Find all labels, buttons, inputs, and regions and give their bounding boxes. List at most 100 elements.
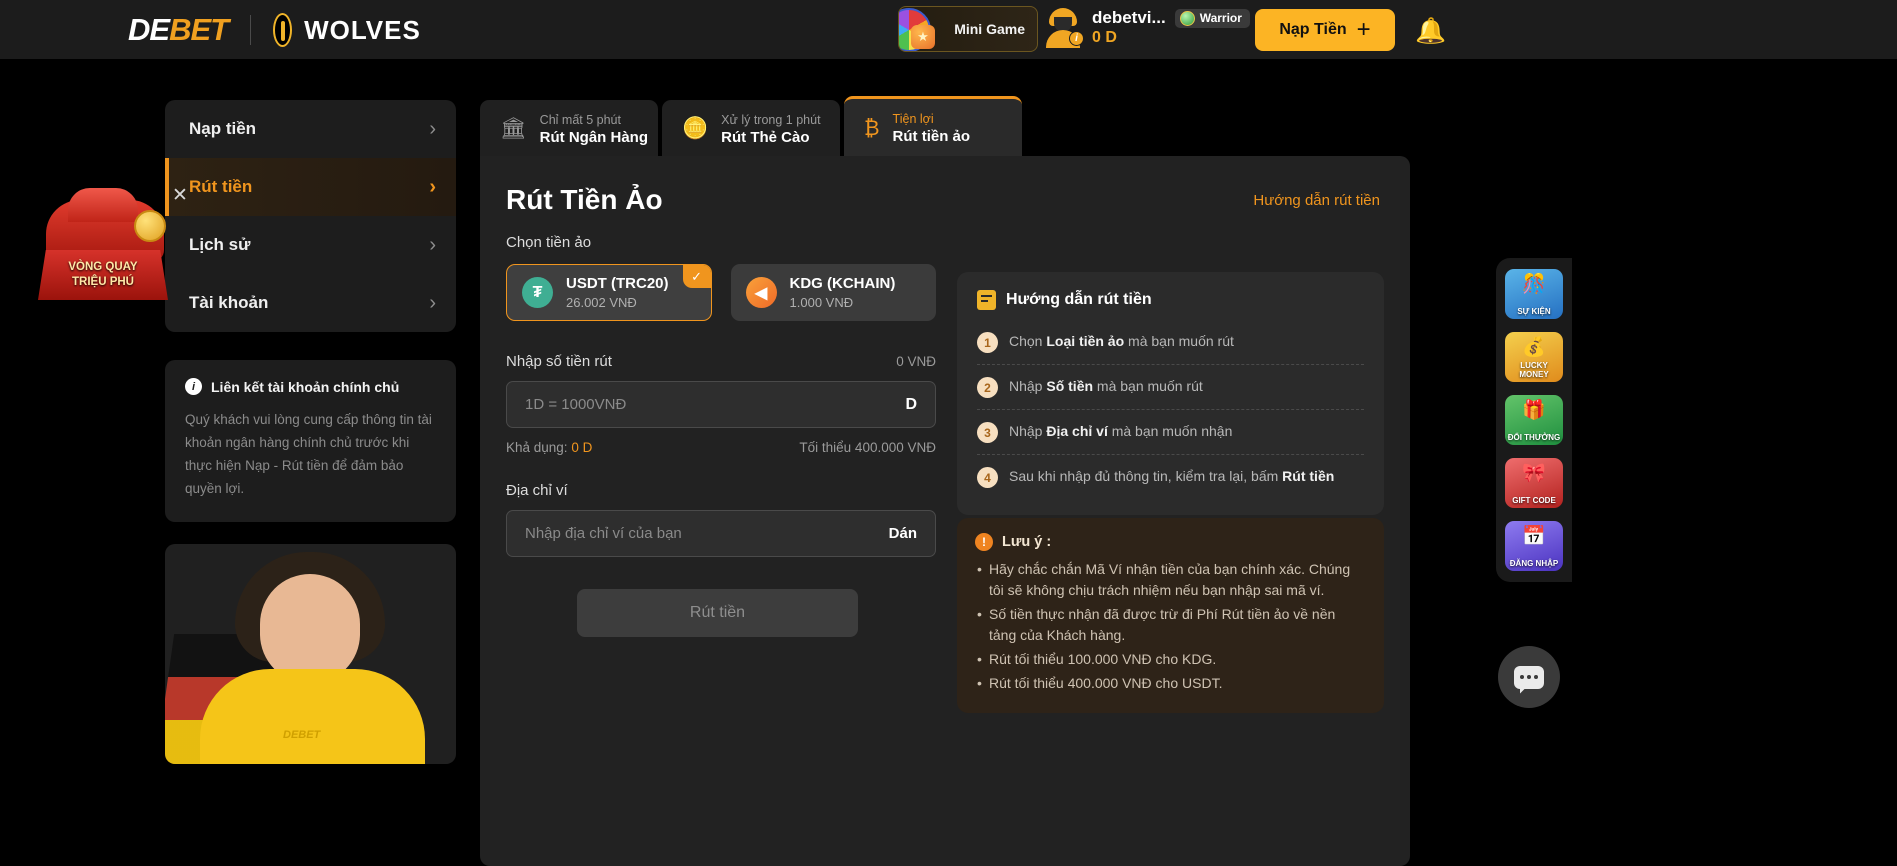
step-post: mà bạn muốn rút (1093, 378, 1203, 394)
sidebar-item-label: Lịch sử (189, 235, 251, 254)
model-face (260, 574, 360, 684)
sidebar: Nạp tiền › Rút tiền › Lịch sử › Tài khoả… (165, 100, 456, 764)
withdraw-guide-card: Hướng dẫn rút tiền 1 Chọn Loại tiền ảo m… (957, 272, 1384, 515)
amount-converted-value: 0 VNĐ (896, 354, 936, 369)
tab-bank-withdraw[interactable]: 🏛 Chỉ mất 5 phút Rút Ngân Hàng (480, 100, 658, 158)
wolves-emblem-icon (273, 13, 293, 47)
step-text: Nhập Số tiền mà bạn muốn rút (1009, 376, 1203, 397)
paste-button[interactable]: Dán (889, 525, 917, 542)
sidebar-item-history[interactable]: Lịch sử › (165, 216, 456, 274)
username: debetvi... (1092, 8, 1166, 27)
rail-item-rewards[interactable]: 🎁 ĐỔI THƯỞNG (1505, 395, 1563, 445)
rail-item-giftcode[interactable]: 🎀 GIFT CODE (1505, 458, 1563, 508)
promo-rail: 🎊 SỰ KIỆN 💰 LUCKY MONEY 🎁 ĐỔI THƯỞNG 🎀 G… (1496, 258, 1572, 582)
step-number: 2 (977, 377, 998, 398)
guide-step: 1 Chọn Loại tiền ảo mà bạn muốn rút (977, 320, 1364, 365)
sidebar-item-account[interactable]: Tài khoản › (165, 274, 456, 332)
sidebar-item-withdraw[interactable]: Rút tiền › (165, 158, 456, 216)
chevron-right-icon: › (429, 233, 436, 256)
coin-text: USDT (TRC20) 26.002 VNĐ (566, 275, 669, 310)
rank-badge: Warrior (1174, 8, 1250, 28)
withdraw-guide-link[interactable]: Hướng dẫn rút tiền (1253, 192, 1380, 209)
amount-meta: Khả dụng: 0 D Tối thiểu 400.000 VNĐ (506, 440, 936, 455)
rank-label: Warrior (1199, 11, 1242, 25)
step-pre: Nhập (1009, 423, 1047, 439)
model-body (200, 669, 425, 764)
deposit-button[interactable]: Nạp Tiền + (1255, 9, 1395, 51)
wallet-input-box[interactable]: Dán (506, 510, 936, 557)
step-number: 4 (977, 467, 998, 488)
guide-step: 4 Sau khi nhập đủ thông tin, kiểm tra lạ… (977, 455, 1364, 499)
sidebar-item-label: Tài khoản (189, 293, 269, 312)
account-link-notice: i Liên kết tài khoản chính chủ Quý khách… (165, 360, 456, 522)
minigame-button[interactable]: ★ Mini Game (898, 6, 1038, 52)
tab-card-withdraw[interactable]: 🪙 Xử lý trong 1 phút Rút Thẻ Cào (662, 100, 840, 158)
warning-item: Số tiền thực nhận đã được trừ đi Phí Rút… (975, 604, 1366, 646)
step-number: 1 (977, 332, 998, 353)
gift-icon: 🎁 (1522, 400, 1546, 421)
chevron-right-icon: › (429, 291, 436, 314)
notice-body: Quý khách vui lòng cung cấp thông tin tà… (185, 412, 432, 496)
lucky-wheel-promo[interactable]: VÒNG QUAY TRIỆU PHÚ ✕ (38, 186, 188, 305)
step-post: mà bạn muốn nhận (1107, 423, 1233, 439)
live-chat-button[interactable] (1498, 646, 1560, 708)
rail-item-lucky-money[interactable]: 💰 LUCKY MONEY (1505, 332, 1563, 382)
notification-bell-icon[interactable]: 🔔 (1415, 15, 1447, 47)
withdraw-panel: Rút Tiền Ảo Hướng dẫn rút tiền Chọn tiền… (480, 156, 1410, 866)
notice-title: Liên kết tài khoản chính chủ (211, 378, 400, 395)
dice-icon: ★ (911, 25, 935, 49)
withdraw-submit-button[interactable]: Rút tiền (577, 589, 858, 637)
guide-title: Hướng dẫn rút tiền (1006, 291, 1152, 308)
promo-banner[interactable]: DEBET (165, 544, 456, 764)
calendar-icon: 📅 (1522, 526, 1546, 547)
rail-item-label: SỰ KIỆN (1517, 307, 1551, 316)
plus-icon: + (1356, 16, 1371, 43)
coin-option-kdg[interactable]: ◀ KDG (KCHAIN) 1.000 VNĐ (730, 264, 936, 321)
coin-rate: 26.002 VNĐ (566, 295, 637, 310)
logo-text-primary: DE (128, 12, 170, 47)
coin-option-usdt[interactable]: ₮ USDT (TRC20) 26.002 VNĐ ✓ (506, 264, 712, 321)
step-post: mà bạn muốn rút (1124, 333, 1234, 349)
page-title: Rút Tiền Ảo (506, 184, 663, 215)
chevron-right-icon: › (429, 175, 436, 198)
avatar: i (1045, 8, 1084, 48)
amount-input-box[interactable]: D (506, 381, 936, 428)
tab-subtitle: Chỉ mất 5 phút (539, 112, 621, 127)
brand-logo[interactable]: DEBET WOLVES (128, 12, 421, 48)
check-icon: ✓ (682, 265, 711, 288)
rail-item-events[interactable]: 🎊 SỰ KIỆN (1505, 269, 1563, 319)
rail-item-daily-login[interactable]: 📅 ĐĂNG NHẬP (1505, 521, 1563, 571)
card-icon: 🪙 (682, 117, 709, 140)
sidebar-item-deposit[interactable]: Nạp tiền › (165, 100, 456, 158)
money-bag-icon: 💰 (1522, 337, 1546, 358)
promo-brand-badge: DEBET (283, 729, 321, 741)
step-text: Nhập Địa chỉ ví mà bạn muốn nhận (1009, 421, 1232, 442)
warning-item: Hãy chắc chắn Mã Ví nhận tiền của bạn ch… (975, 559, 1366, 601)
partner-badge: WOLVES (273, 13, 421, 47)
info-badge-icon: i (1069, 31, 1084, 46)
tab-subtitle: Xử lý trong 1 phút (721, 112, 821, 127)
tab-crypto-withdraw[interactable]: ₿ Tiện lợi Rút tiền ảo (844, 96, 1022, 158)
minimum-note: Tối thiểu 400.000 VNĐ (799, 440, 936, 455)
available-label: Khả dụng: (506, 440, 572, 455)
step-bold: Địa chỉ ví (1046, 423, 1108, 439)
available-balance: Khả dụng: 0 D (506, 440, 592, 455)
wallet-address-input[interactable] (525, 525, 889, 542)
warning-item: Rút tối thiểu 100.000 VNĐ cho KDG. (975, 649, 1366, 670)
currency-suffix: D (905, 395, 917, 413)
choose-coin-label: Chọn tiền ảo (506, 234, 592, 251)
user-info[interactable]: i debetvi... Warrior 0 D (1045, 8, 1250, 48)
available-value: 0 D (571, 440, 593, 455)
tab-title: Rút Thẻ Cào (721, 128, 810, 146)
chat-dots (1520, 674, 1538, 679)
warning-item: Rút tối thiểu 400.000 VNĐ cho USDT. (975, 673, 1366, 694)
sidebar-menu: Nạp tiền › Rút tiền › Lịch sử › Tài khoả… (165, 100, 456, 332)
step-number: 3 (977, 422, 998, 443)
confetti-icon: 🎊 (1522, 274, 1546, 295)
book-icon (977, 290, 996, 310)
step-text: Chọn Loại tiền ảo mà bạn muốn rút (1009, 331, 1234, 352)
close-icon[interactable]: ✕ (172, 186, 192, 207)
ribbon-icon: 🎀 (1522, 463, 1546, 484)
amount-input[interactable] (525, 396, 906, 413)
tab-text: Tiện lợi Rút tiền ảo (893, 112, 971, 145)
